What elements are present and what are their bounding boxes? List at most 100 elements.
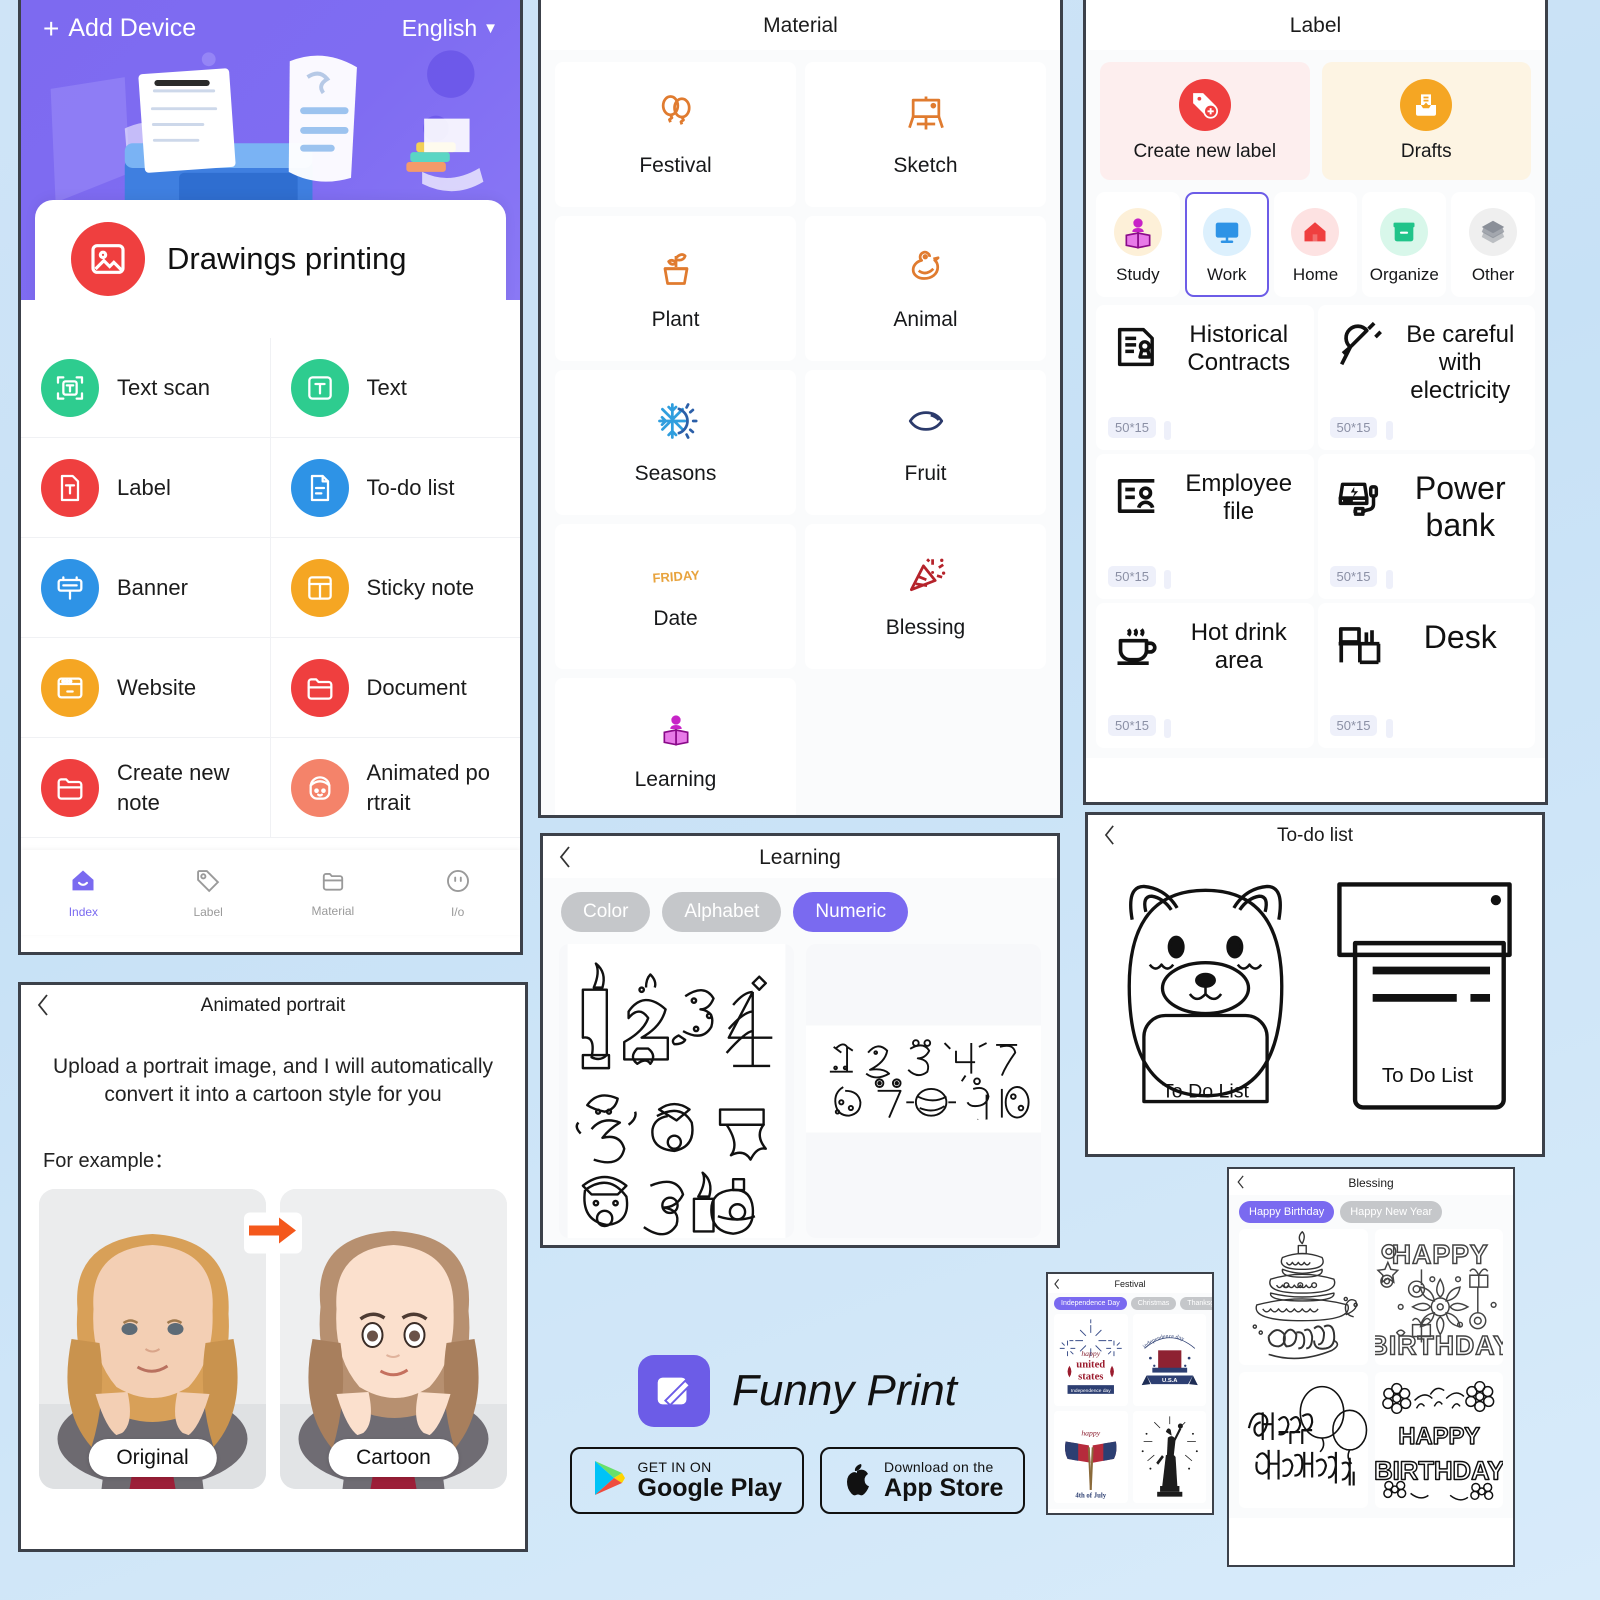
material-item-date[interactable]: FRIDAY Date <box>555 524 796 669</box>
balloons-icon <box>654 91 698 140</box>
svg-text:FRIDAY: FRIDAY <box>652 567 700 585</box>
brand-block: Funny Print GET IN ON Google Play Downlo… <box>550 1355 1045 1545</box>
blessing-card[interactable]: HAPPY BIRTHDAY <box>1374 1372 1503 1508</box>
material-item-blessing[interactable]: Blessing <box>805 524 1046 669</box>
label-card[interactable]: Be careful with electricity 50*15 <box>1317 305 1535 450</box>
learning-card[interactable] <box>559 944 794 1238</box>
learning-panel: Learning Color Alphabet Numeric <box>540 833 1060 1248</box>
home-menu-item-website[interactable]: Website <box>21 638 271 738</box>
home-menu-item-create-new-note[interactable]: Create new note <box>21 738 271 838</box>
festival-chip-thanksgiving[interactable]: Thanksgiving <box>1180 1297 1212 1310</box>
drawings-printing-card[interactable]: Drawings printing <box>35 200 506 300</box>
material-item-festival[interactable]: Festival <box>555 62 796 207</box>
tab-io[interactable]: I/o <box>395 867 520 919</box>
label-card-size: 50*15 <box>1108 566 1156 587</box>
google-play-badge[interactable]: GET IN ON Google Play <box>569 1447 805 1514</box>
back-icon[interactable] <box>559 846 572 868</box>
home-menu-item-text[interactable]: Text <box>270 338 520 438</box>
add-device-button[interactable]: + Add Device <box>43 14 196 43</box>
todo-card[interactable]: To Do List <box>1102 861 1309 1125</box>
drafts-button[interactable]: Drafts <box>1321 62 1531 180</box>
label-card[interactable]: Historical Contracts 50*15 <box>1096 305 1314 450</box>
tab-index[interactable]: Index <box>21 867 146 919</box>
home-menu-item-sticky-note[interactable]: Sticky note <box>270 538 520 638</box>
cartoon-photo: Cartoon <box>280 1188 507 1489</box>
material-item-seasons[interactable]: Seasons <box>555 370 796 515</box>
todo-card[interactable]: To Do List <box>1321 861 1528 1125</box>
blessing-chip-happy-birthday[interactable]: Happy Birthday <box>1239 1201 1335 1223</box>
material-item-label: Animal <box>893 308 958 331</box>
home-screen-panel: + Add Device English ▼ Drawings printing… <box>18 0 523 955</box>
back-icon[interactable] <box>37 994 50 1016</box>
app-store-line2: App Store <box>884 1473 1004 1502</box>
material-item-label: Festival <box>639 154 712 177</box>
label-card-size: 50*15 <box>1329 715 1378 736</box>
birthday-cake-lettering-art <box>1252 1231 1358 1360</box>
blessing-card-grid: HAPPY BIRTHDAY <box>1229 1229 1513 1518</box>
label-card[interactable]: Hot drink area 50*15 <box>1096 603 1314 748</box>
learning-chip-color[interactable]: Color <box>561 892 651 932</box>
label-category-label: Work <box>1207 265 1247 284</box>
tab-material[interactable]: Material <box>271 868 396 918</box>
material-panel: Material Festival Sketch Plant Animal Season… <box>538 0 1063 818</box>
back-icon[interactable] <box>1054 1278 1060 1289</box>
learning-title: Learning <box>759 846 841 869</box>
learning-chip-numeric[interactable]: Numeric <box>793 892 909 932</box>
festival-card[interactable]: happy united states Independence day <box>1054 1314 1128 1406</box>
label-category-other[interactable]: Other <box>1451 192 1535 297</box>
original-caption: Original <box>88 1438 217 1477</box>
svg-text:HAPPY: HAPPY <box>1398 1424 1480 1450</box>
learning-card[interactable] <box>806 944 1041 1238</box>
festival-card[interactable] <box>1132 1411 1206 1503</box>
home-menu-item-label: Text scan <box>117 374 210 400</box>
numbers-doodle-art <box>829 1039 1030 1123</box>
home-menu-item-to-do-list[interactable]: To-do list <box>270 438 520 538</box>
blessing-card[interactable] <box>1239 1229 1368 1365</box>
label-category-label: Study <box>1116 265 1160 284</box>
hero-banner: + Add Device English ▼ Drawings printing <box>21 0 520 300</box>
material-item-fruit[interactable]: Fruit <box>805 370 1046 515</box>
label-category-study[interactable]: Study <box>1096 192 1180 297</box>
home-menu-item-label[interactable]: Label <box>21 438 271 538</box>
material-item-label: Plant <box>651 308 700 331</box>
create-new-label-button[interactable]: Create new label <box>1100 62 1310 180</box>
festival-chip-independence-day[interactable]: Independence Day <box>1054 1297 1127 1310</box>
festival-card[interactable]: happy 4th of July <box>1054 1411 1128 1503</box>
app-store-badge[interactable]: Download on the App Store <box>820 1447 1026 1514</box>
language-selector[interactable]: English ▼ <box>402 15 498 42</box>
home-menu-item-animated-po-rtrait[interactable]: Animated po rtrait <box>270 738 520 838</box>
label-card[interactable]: Employee file 50*15 <box>1096 454 1314 599</box>
label-card[interactable]: Power bank 50*15 <box>1317 454 1535 599</box>
festival-card[interactable]: independence day U.S.A <box>1132 1314 1206 1406</box>
material-item-learning[interactable]: Learning <box>555 678 796 815</box>
brand-row: Funny Print <box>638 1355 957 1427</box>
label-card-size-bar <box>1164 421 1171 440</box>
material-item-plant[interactable]: Plant <box>555 216 796 361</box>
material-item-sketch[interactable]: Sketch <box>805 62 1046 207</box>
blessing-chip-happy-new-year[interactable]: Happy New Year <box>1340 1201 1443 1223</box>
label-card-size: 50*15 <box>1108 715 1156 736</box>
back-icon[interactable] <box>1104 825 1116 845</box>
home-menu-item-label: Banner <box>117 574 188 600</box>
label-card-text: Employee file <box>1185 470 1293 525</box>
label-category-label: Organize <box>1369 265 1439 284</box>
label-category-organize[interactable]: Organize <box>1362 192 1447 297</box>
home-icon <box>69 867 97 900</box>
chevron-down-icon: ▼ <box>483 20 498 37</box>
label-category-work[interactable]: Work <box>1184 192 1269 297</box>
blessing-card[interactable]: HAPPY BIRTHDAY <box>1374 1229 1503 1365</box>
home-menu-item-banner[interactable]: Banner <box>21 538 271 638</box>
label-category-home[interactable]: Home <box>1273 192 1358 297</box>
home-menu-item-document[interactable]: Document <box>270 638 520 738</box>
material-item-animal[interactable]: Animal <box>805 216 1046 361</box>
learning-chip-alphabet[interactable]: Alphabet <box>662 892 782 932</box>
label-category-label: Other <box>1471 265 1515 284</box>
home-menu-item-text-scan[interactable]: Text scan <box>21 338 271 438</box>
language-label: English <box>401 15 478 41</box>
back-icon[interactable] <box>1237 1175 1245 1189</box>
tab-label[interactable]: Label <box>146 867 271 919</box>
festival-chip-christmas[interactable]: Christmas <box>1130 1297 1177 1310</box>
blessing-card[interactable] <box>1239 1372 1368 1508</box>
label-card[interactable]: Desk 50*15 <box>1317 603 1535 748</box>
drafts-inbox-icon <box>1400 79 1453 131</box>
